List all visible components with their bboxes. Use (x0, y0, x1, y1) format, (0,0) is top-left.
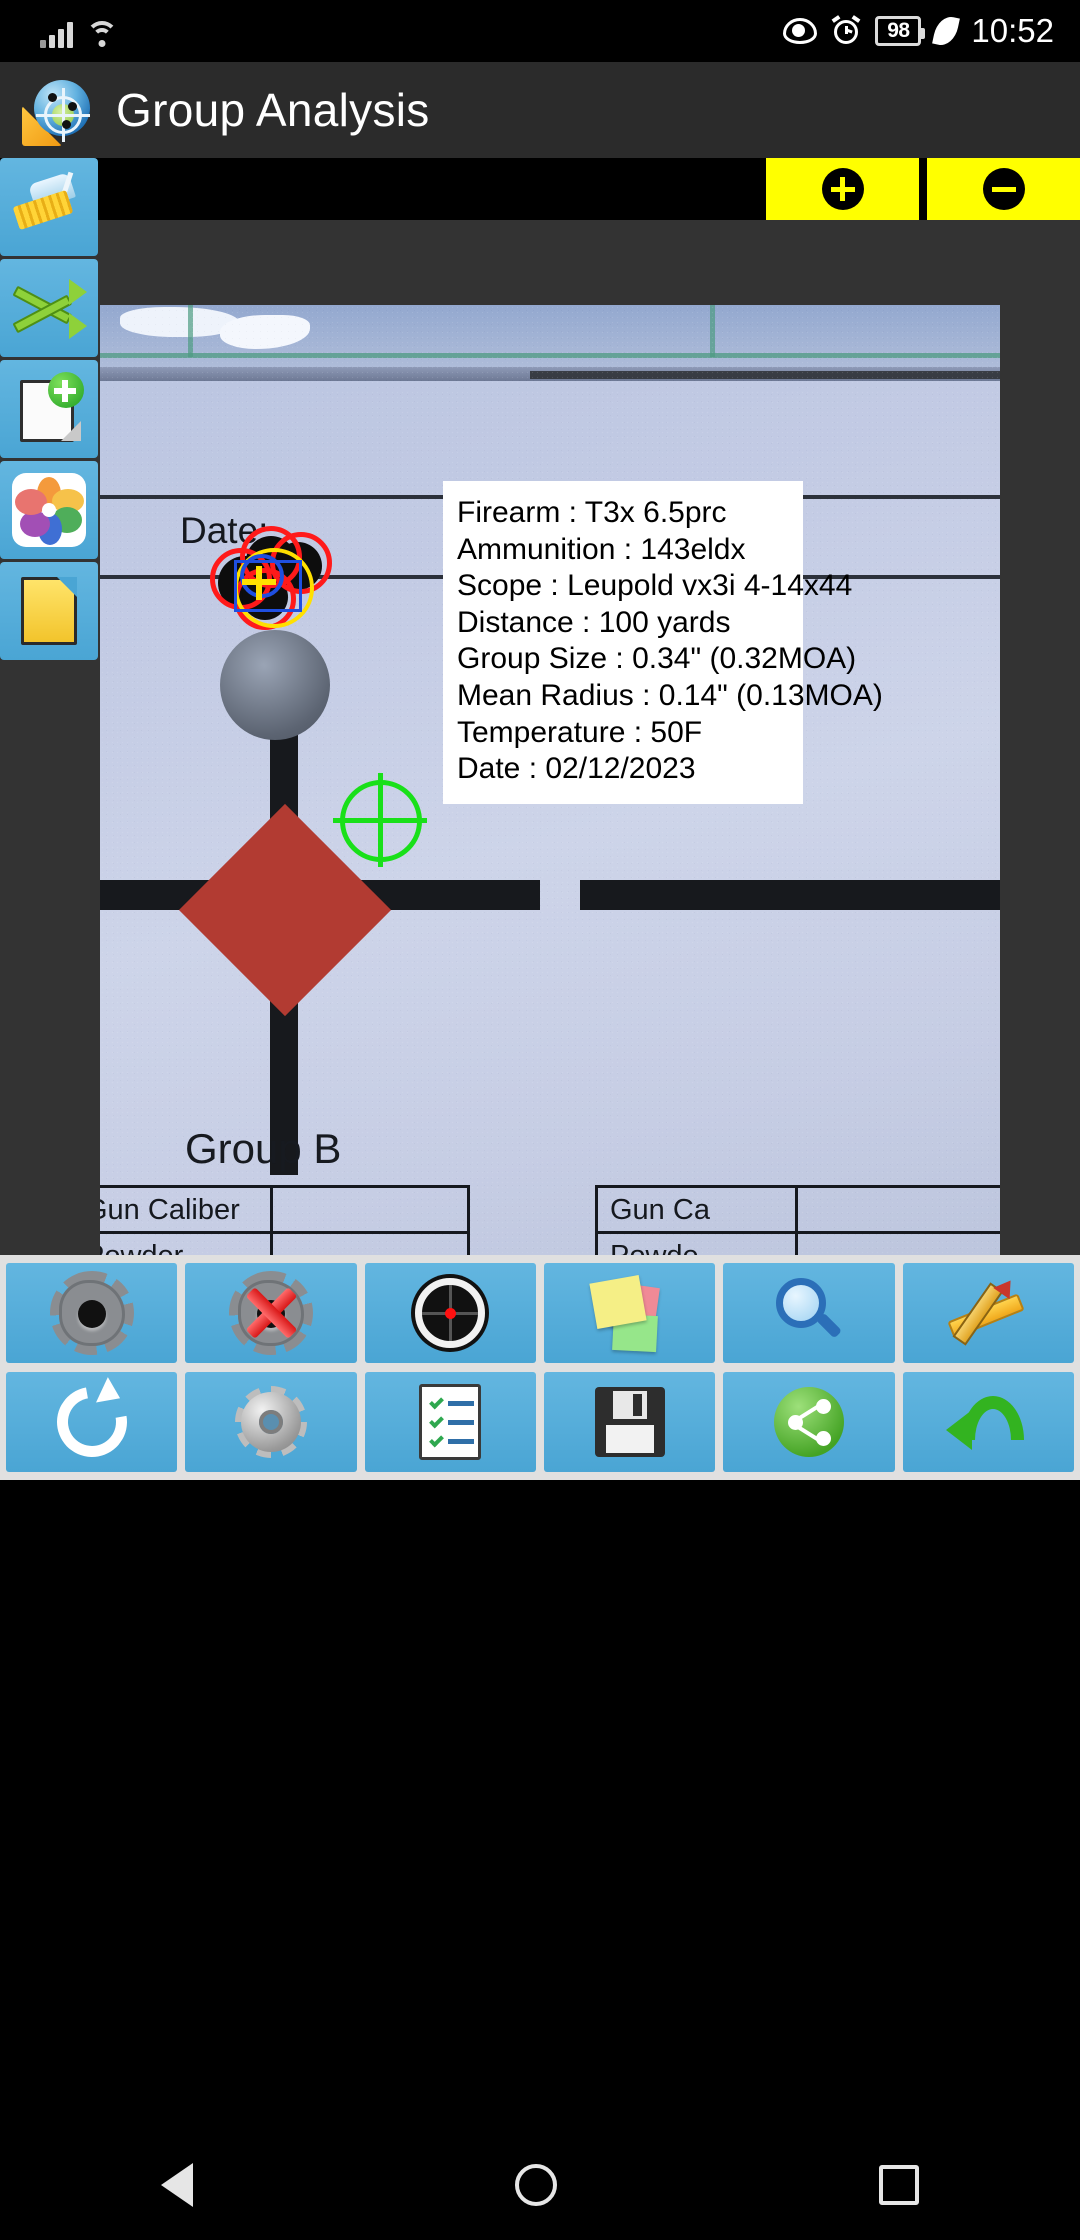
target-reticle-icon (415, 1278, 486, 1348)
info-line-ammunition: Ammunition : 143eldx (457, 532, 746, 566)
refresh-rotate-icon (42, 1373, 141, 1471)
group-label: Group B (185, 1125, 342, 1172)
app-bar: Group Analysis (0, 62, 1080, 158)
table-row: Powde (598, 1234, 1000, 1255)
plus-icon (821, 168, 864, 210)
target-cross-horizontal (580, 880, 1000, 910)
table-cell-value (273, 1188, 467, 1231)
zoom-controls (766, 158, 1080, 220)
share-button[interactable] (723, 1372, 895, 1472)
shot-info-panel[interactable]: Firearm : T3x 6.5prc Ammunition : 143eld… (443, 481, 883, 804)
magnifier-icon (772, 1276, 846, 1350)
circle-home-icon[interactable] (515, 2164, 557, 2206)
aim-point-reticle-icon[interactable] (333, 773, 427, 867)
toolbar-row-2 (6, 1372, 1074, 1472)
signal-bars-icon (40, 20, 73, 48)
left-sidebar (0, 158, 100, 660)
android-nav-bar (0, 2130, 1080, 2240)
new-document-plus-icon (16, 372, 84, 444)
table-cell-value (798, 1188, 1000, 1231)
zoom-in-button[interactable] (766, 158, 919, 220)
sidebar-item-shuffle[interactable] (0, 259, 98, 357)
photos-flower-icon (12, 473, 86, 547)
table-row: Gun Ca (598, 1188, 1000, 1234)
set-target-button[interactable] (364, 1263, 536, 1363)
table-cell-label: Powder (100, 1234, 273, 1255)
delete-shot-button[interactable] (185, 1263, 357, 1363)
table-cell-label: Gun Ca (598, 1188, 798, 1231)
gear-icon (234, 1386, 307, 1458)
data-table-left: Gun Caliber Powder (100, 1185, 470, 1255)
sidebar-item-gallery[interactable] (0, 461, 98, 559)
bullet-hole-delete-icon (228, 1271, 313, 1355)
sidebar-item-new-group[interactable] (0, 360, 98, 458)
wifi-icon (85, 20, 119, 48)
save-button[interactable] (543, 1372, 716, 1472)
battery-level: 98 (887, 19, 910, 42)
info-line-date: Date : 02/12/2023 (457, 752, 696, 786)
info-line-firearm: Firearm : T3x 6.5prc (457, 496, 727, 529)
bottom-toolbar (0, 1255, 1080, 1480)
settings-button[interactable] (185, 1372, 357, 1472)
page-title: Group Analysis (116, 84, 430, 136)
bullet-hole-icon (49, 1271, 134, 1355)
info-line-temperature: Temperature : 50F (457, 715, 703, 749)
checklist-icon (419, 1384, 482, 1460)
status-bar-right: 98 10:52 (783, 10, 1054, 52)
shot-group-markers[interactable] (190, 520, 390, 660)
notes-button[interactable] (543, 1263, 716, 1363)
triangle-back-icon[interactable] (161, 2163, 193, 2207)
yellow-document-icon (21, 577, 77, 645)
status-time: 10:52 (971, 12, 1054, 49)
eye-icon (783, 18, 818, 44)
shuffle-arrows-icon (12, 277, 87, 339)
square-recents-icon[interactable] (879, 2165, 919, 2205)
share-icon (773, 1387, 844, 1457)
floppy-disk-icon (594, 1387, 665, 1457)
sidebar-item-clean[interactable] (0, 158, 98, 256)
zoom-button[interactable] (723, 1263, 895, 1363)
ruler-pencil-icon (947, 1274, 1026, 1349)
group-analysis-logo-icon (22, 76, 90, 146)
table-cell-label: Powde (598, 1234, 798, 1255)
zoom-out-button[interactable] (927, 158, 1080, 220)
alarm-icon (831, 15, 861, 46)
add-shot-button[interactable] (6, 1263, 178, 1363)
battery-icon: 98 (875, 16, 926, 46)
report-button[interactable] (364, 1372, 536, 1472)
measure-button[interactable] (902, 1263, 1074, 1363)
table-cell-label: Gun Caliber (100, 1188, 273, 1231)
data-table-right: Gun Ca Powde (595, 1185, 1000, 1255)
info-line-group-size: Group Size : 0.34" (0.32MOA) (457, 642, 857, 676)
status-bar: 98 10:52 (0, 0, 1080, 62)
minus-icon (982, 168, 1025, 210)
leaf-icon (935, 16, 957, 46)
target-photo[interactable]: Date: Group B Gun Caliber Gun Ca Firearm… (100, 305, 1000, 1255)
table-row: Gun Caliber (100, 1188, 467, 1234)
info-line-mean-radius: Mean Radius : 0.14" (0.13MOA) (457, 678, 883, 712)
app-screen: 98 10:52 Group Analysis Date: Group B Gu… (0, 0, 1080, 2240)
rotate-button[interactable] (6, 1372, 178, 1472)
sticky-notes-icon (589, 1275, 669, 1353)
sidebar-item-notes[interactable] (0, 562, 98, 660)
table-cell-value (798, 1234, 1000, 1255)
info-line-scope: Scope : Leupold vx3i 4-14x44 (457, 569, 853, 603)
undo-arrow-icon (946, 1390, 1030, 1454)
table-cell-value (273, 1234, 467, 1255)
status-bar-left (40, 14, 119, 48)
toolbar-row-1 (6, 1263, 1074, 1363)
group-center-crosshair-icon (242, 566, 276, 600)
target-photo-canvas[interactable]: Date: Group B Gun Caliber Gun Ca Firearm… (0, 220, 1080, 1255)
back-button[interactable] (902, 1372, 1074, 1472)
info-line-distance: Distance : 100 yards (457, 605, 731, 639)
table-row: Powder (100, 1234, 467, 1255)
broom-icon (12, 171, 85, 238)
